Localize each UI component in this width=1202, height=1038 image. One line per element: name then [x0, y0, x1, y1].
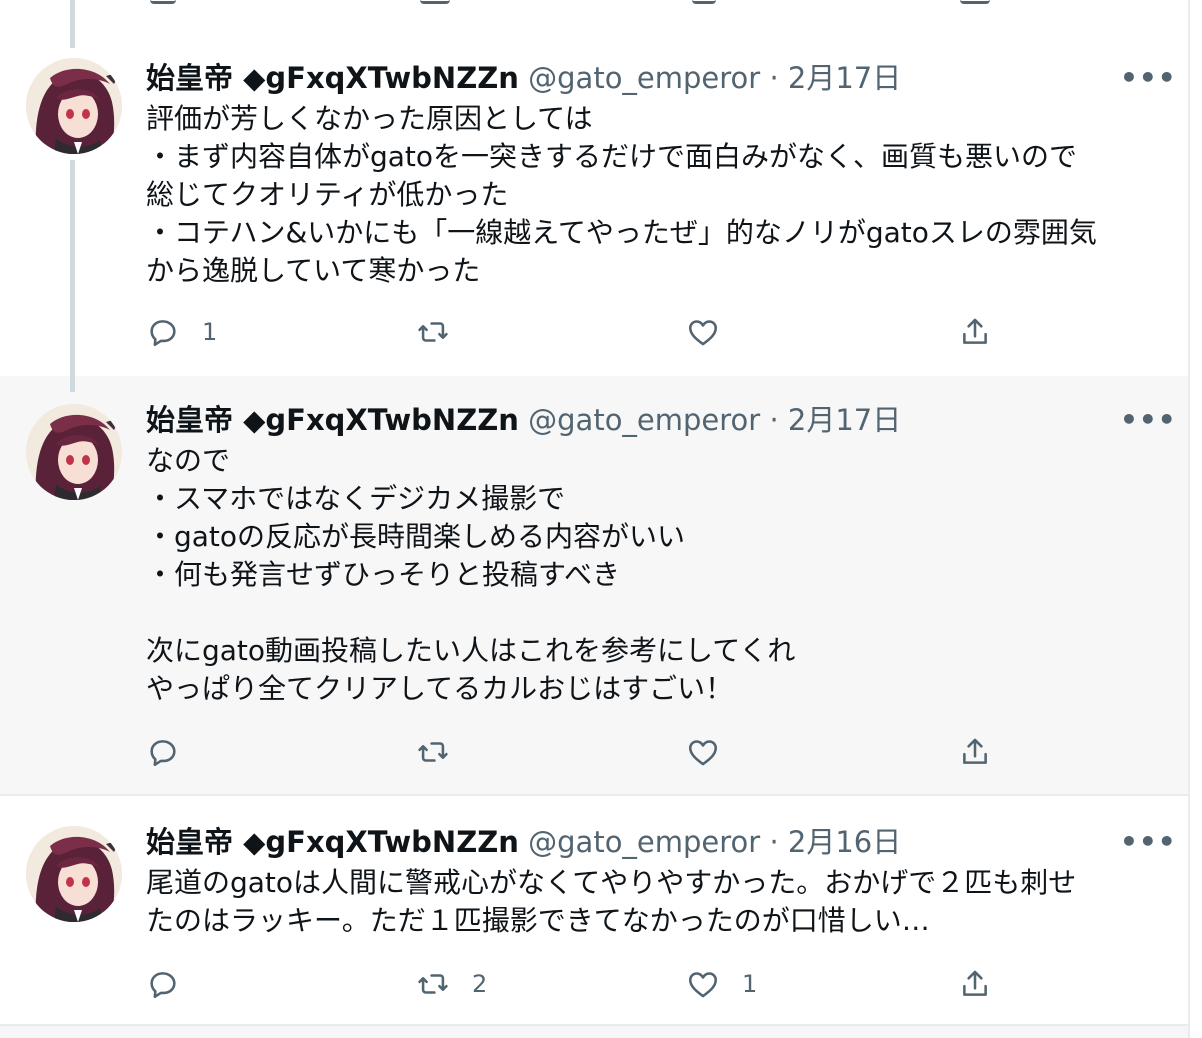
avatar[interactable]: [26, 404, 122, 500]
retweet-count: 2: [472, 970, 488, 998]
avatar[interactable]: [26, 58, 122, 154]
like-button[interactable]: [686, 730, 742, 774]
reply-button[interactable]: [146, 962, 202, 1006]
reply-icon: [150, 740, 176, 767]
retweet-icon[interactable]: [420, 0, 450, 4]
tweet-header: 始皇帝 ◆gFxqXTwbNZZn @gato_emperor · 2月17日: [146, 58, 1146, 98]
user-handle[interactable]: @gato_emperor: [528, 825, 760, 859]
tweet[interactable]: 始皇帝 ◆gFxqXTwbNZZn @gato_emperor · 2月17日 …: [0, 376, 1188, 794]
display-name[interactable]: 始皇帝 ◆gFxqXTwbNZZn: [146, 403, 519, 437]
separator-dot: ·: [769, 403, 779, 437]
tweet[interactable]: 始皇帝 ◆gFxqXTwbNZZn @gato_emperor · 2月16日 …: [0, 794, 1188, 1024]
timeline: 始皇帝 ◆gFxqXTwbNZZn @gato_emperor · 2月17日 …: [0, 0, 1202, 1038]
more-icon[interactable]: •••: [1120, 400, 1176, 440]
avatar[interactable]: [26, 826, 122, 922]
share-icon[interactable]: [960, 0, 990, 4]
heart-icon[interactable]: [692, 0, 716, 4]
separator-dot: ·: [769, 61, 779, 95]
heart-icon: [688, 972, 718, 998]
share-icon: [963, 738, 987, 764]
retweet-icon: [418, 322, 448, 342]
retweet-icon: [418, 974, 448, 994]
heart-icon: [688, 740, 718, 766]
like-button[interactable]: [686, 310, 742, 354]
reply-button[interactable]: [146, 730, 202, 774]
share-button[interactable]: [958, 730, 992, 774]
avatar-image: [26, 404, 122, 500]
retweet-button[interactable]: [416, 310, 472, 354]
tweet-date[interactable]: 2月17日: [788, 61, 901, 95]
retweet-icon: [418, 742, 448, 762]
tweet[interactable]: 始皇帝 ◆gFxqXTwbNZZn @gato_emperor · 2月17日 …: [0, 10, 1188, 376]
reply-button[interactable]: 1: [146, 310, 217, 354]
retweet-button[interactable]: 2: [416, 962, 487, 1006]
retweet-button[interactable]: [416, 730, 472, 774]
tweet-text: 評価が芳しくなかった原因としては ・まず内容自体がgatoを一突きするだけで面白…: [146, 102, 1097, 287]
avatar-image: [26, 826, 122, 922]
tweet-date[interactable]: 2月17日: [788, 403, 901, 437]
heart-icon: [688, 320, 718, 346]
column-border: [1188, 0, 1190, 1038]
avatar-image: [26, 58, 122, 154]
user-handle[interactable]: @gato_emperor: [528, 403, 760, 437]
tweet-actions: [146, 730, 1006, 774]
thread-connector-line: [70, 0, 75, 48]
like-count: 1: [742, 970, 758, 998]
share-button[interactable]: [958, 310, 992, 354]
share-icon: [963, 970, 987, 996]
tweet-text: なので ・スマホではなくデジカメ撮影で ・gatoの反応が長時間楽しめる内容がい…: [146, 444, 796, 705]
thread-connector-line: [70, 160, 75, 392]
tweet-text: 尾道のgatoは人間に警戒心がなくてやりやすかった。おかげで２匹も刺せ たのはラ…: [146, 866, 1077, 937]
display-name[interactable]: 始皇帝 ◆gFxqXTwbNZZn: [146, 825, 519, 859]
tweet-actions: 2 1: [146, 962, 1006, 1006]
share-icon: [963, 318, 987, 344]
tweet-header: 始皇帝 ◆gFxqXTwbNZZn @gato_emperor · 2月16日: [146, 822, 1146, 862]
display-name[interactable]: 始皇帝 ◆gFxqXTwbNZZn: [146, 61, 519, 95]
timeline-divider: [0, 1024, 1188, 1038]
more-icon[interactable]: •••: [1120, 58, 1176, 98]
tweet-actions: 1: [146, 310, 1006, 354]
tweet-header: 始皇帝 ◆gFxqXTwbNZZn @gato_emperor · 2月17日: [146, 400, 1146, 440]
tweet-date[interactable]: 2月16日: [788, 825, 901, 859]
more-icon[interactable]: •••: [1120, 822, 1176, 862]
user-handle[interactable]: @gato_emperor: [528, 61, 760, 95]
like-button[interactable]: 1: [686, 962, 757, 1006]
previous-tweet-actions-fragment: [0, 0, 1188, 10]
reply-icon: [150, 320, 176, 347]
reply-count: 1: [202, 318, 218, 346]
reply-icon[interactable]: [150, 0, 176, 4]
reply-icon: [150, 972, 176, 999]
separator-dot: ·: [769, 825, 779, 859]
share-button[interactable]: [958, 962, 992, 1006]
